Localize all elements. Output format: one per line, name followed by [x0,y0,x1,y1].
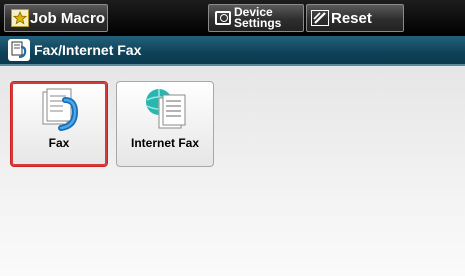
reset-button[interactable]: Reset [306,4,404,32]
device-settings-button[interactable]: Device Settings [208,4,304,32]
fax-menu-icon [8,39,30,61]
job-macro-label: Job Macro [30,9,106,27]
fax-tile[interactable]: Fax [10,81,108,167]
title-bar: Fax/Internet Fax [0,36,465,66]
page-title: Fax/Internet Fax [34,42,142,58]
top-toolbar: Job Macro Device Settings Reset [0,0,465,36]
reset-icon [311,10,329,26]
main-content: Fax Internet Fax [0,66,465,276]
device-settings-label: Device Settings [234,6,282,30]
star-icon [11,9,29,27]
screen: Job Macro Device Settings Reset Fax/Inte… [0,0,465,276]
fax-document-phone-icon [35,86,83,134]
fax-tile-label: Fax [48,136,70,150]
device-settings-label-line2: Settings [234,16,282,30]
device-settings-icon [215,11,231,25]
reset-label: Reset [331,9,372,27]
internet-fax-tile-label: Internet Fax [130,136,199,150]
globe-document-icon [141,86,189,134]
job-macro-button[interactable]: Job Macro [4,4,108,32]
internet-fax-tile[interactable]: Internet Fax [116,81,214,167]
